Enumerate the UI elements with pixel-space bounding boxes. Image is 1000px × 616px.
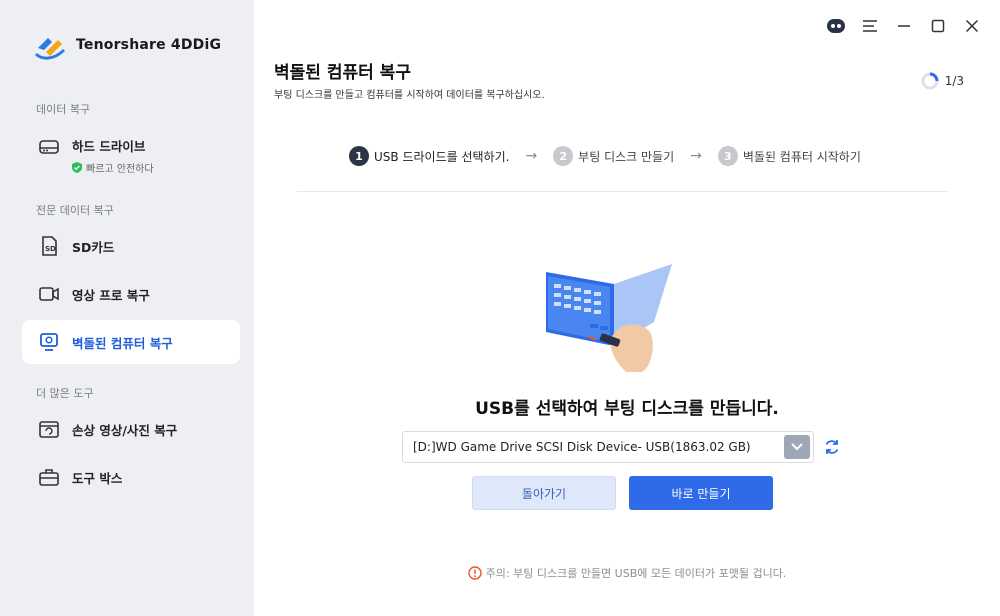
computer-icon <box>38 331 60 353</box>
logo-icon <box>34 38 66 60</box>
format-warning-note: 주의: 부팅 디스크를 만들면 USB에 모든 데이터가 포맷될 겁니다. <box>254 565 1000 581</box>
sidebar-item-hard-drive[interactable]: 하드 드라이브 빠르고 안전하다 <box>22 126 240 186</box>
app-logo: Tenorshare 4DDiG <box>34 30 221 60</box>
svg-text:SD: SD <box>45 245 56 253</box>
sidebar-item-label: 하드 드라이브 <box>72 139 146 154</box>
shield-check-icon <box>72 162 82 173</box>
step-label: 부팅 디스크 만들기 <box>578 149 675 164</box>
step-number: 2 <box>553 146 574 166</box>
sidebar-item-label: 손상 영상/사진 복구 <box>72 422 178 438</box>
sidebar-item-repair[interactable]: 손상 영상/사진 복구 <box>22 407 240 451</box>
sidebar: Tenorshare 4DDiG 데이터 복구 하드 드라이브 빠르고 안전하다… <box>0 0 254 616</box>
hard-drive-icon <box>38 136 60 158</box>
step-3: 3 벽돌된 컴퓨터 시작하기 <box>717 146 861 166</box>
sidebar-item-video-recovery[interactable]: 영상 프로 복구 <box>22 272 240 316</box>
toolbox-icon <box>38 466 60 488</box>
step-progress: 1/3 <box>921 72 964 90</box>
step-indicator: 1 USB 드라이드를 선택하기. → 2 부팅 디스크 만들기 → 3 벽돌된… <box>349 146 861 166</box>
back-button[interactable]: 돌아가기 <box>472 476 616 510</box>
section-label-more-tools: 더 많은 도구 <box>36 387 94 400</box>
step-number: 1 <box>349 146 369 166</box>
sidebar-item-toolbox[interactable]: 도구 박스 <box>22 455 240 499</box>
close-icon[interactable] <box>962 16 982 36</box>
chevron-down-icon[interactable] <box>784 435 810 459</box>
usb-drive-select[interactable]: [D:]WD Game Drive SCSI Disk Device- USB(… <box>402 431 814 463</box>
section-label-data-recovery: 데이터 복구 <box>36 103 91 116</box>
sidebar-item-label: SD카드 <box>72 239 115 255</box>
step-2: 2 부팅 디스크 만들기 <box>553 146 674 166</box>
sidebar-item-sub: 빠르고 안전하다 <box>72 160 154 175</box>
sidebar-item-label: 영상 프로 복구 <box>72 287 150 303</box>
page-title: 벽돌된 컴퓨터 복구 <box>274 63 411 83</box>
assistant-bot-icon[interactable] <box>826 16 846 36</box>
window-controls <box>826 16 982 36</box>
section-label-pro-recovery: 전문 데이터 복구 <box>36 204 114 217</box>
usb-drive-select-value: [D:]WD Game Drive SCSI Disk Device- USB(… <box>413 440 751 454</box>
step-arrow-icon: → <box>525 148 538 164</box>
step-label: USB 드라이드를 선택하기. <box>374 149 510 164</box>
video-camera-icon <box>38 283 60 305</box>
progress-text: 1/3 <box>944 74 964 88</box>
maximize-icon[interactable] <box>928 16 948 36</box>
laptop-usb-illustration <box>546 264 672 372</box>
page-subtitle: 부팅 디스크를 만들고 컴퓨터를 시작하여 데이터를 복구하십시오. <box>274 90 545 101</box>
step-arrow-icon: → <box>690 148 702 164</box>
sidebar-item-sd-card[interactable]: SD SD카드 <box>22 224 240 268</box>
create-now-button[interactable]: 바로 만들기 <box>629 476 773 510</box>
refresh-icon[interactable] <box>822 437 842 457</box>
step-1: 1 USB 드라이드를 선택하기. <box>349 146 509 166</box>
app-name: Tenorshare 4DDiG <box>76 37 222 53</box>
step-label: 벽돌된 컴퓨터 시작하기 <box>742 149 861 164</box>
progress-ring-icon <box>921 72 939 90</box>
warning-icon <box>467 566 482 580</box>
step-number: 3 <box>717 146 738 166</box>
sidebar-item-sub-text: 빠르고 안전하다 <box>86 164 154 175</box>
sd-card-icon: SD <box>38 235 60 257</box>
image-repair-icon <box>38 418 60 440</box>
minimize-icon[interactable] <box>894 16 914 36</box>
format-warning-text: 주의: 부팅 디스크를 만들면 USB에 모든 데이터가 포맷될 겁니다. <box>485 567 787 580</box>
sidebar-item-bricked-pc[interactable]: 벽돌된 컴퓨터 복구 <box>22 320 240 364</box>
divider <box>297 191 947 192</box>
select-usb-heading: USB를 선택하여 부팅 디스크를 만듭니다. <box>475 399 779 419</box>
main-panel: 벽돌된 컴퓨터 복구 부팅 디스크를 만들고 컴퓨터를 시작하여 데이터를 복구… <box>254 0 1000 616</box>
menu-icon[interactable] <box>860 16 880 36</box>
sidebar-item-label: 도구 박스 <box>72 470 123 486</box>
sidebar-item-label: 벽돌된 컴퓨터 복구 <box>72 335 173 351</box>
